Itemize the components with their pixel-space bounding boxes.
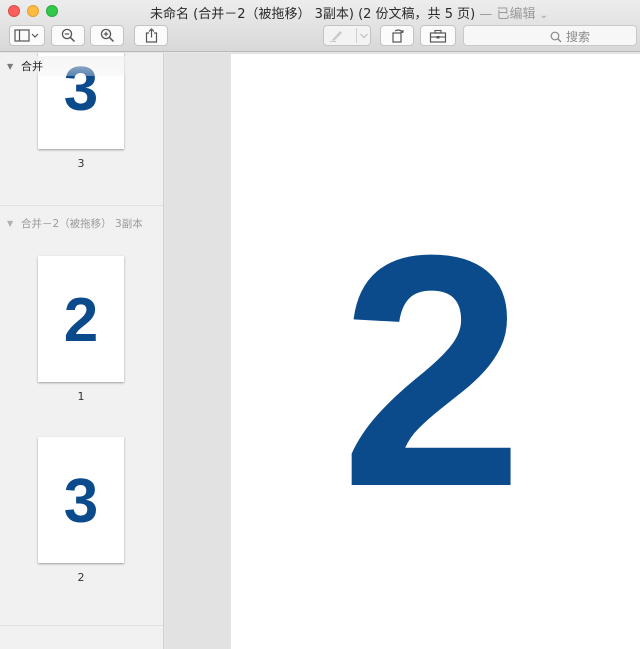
group-header-merge-2-copy[interactable]: ▼ 合并－2（被拖移） 3副本: [0, 213, 163, 233]
preview-window: 未命名 (合并－2（被拖移） 3副本) (2 份文稿，共 5 页) — 已编辑 …: [0, 0, 640, 649]
zoom-window-button[interactable]: [46, 5, 58, 17]
search-field-content: 搜索: [550, 28, 590, 45]
thumbnail-digit: 3: [63, 467, 99, 536]
markup-button[interactable]: [323, 25, 371, 46]
window-title-text: 未命名 (合并－2（被拖移） 3副本) (2 份文稿，共 5 页): [150, 7, 476, 22]
page-number-label: 1: [77, 390, 85, 403]
share-icon: [145, 28, 157, 43]
page-number-label: 2: [77, 571, 85, 584]
chevron-down-icon[interactable]: ⌄: [540, 10, 548, 21]
zoom-out-button[interactable]: [51, 25, 85, 46]
disclosure-triangle-icon[interactable]: ▼: [7, 62, 21, 71]
toolbox-button[interactable]: [420, 25, 456, 46]
page-digit: 2: [340, 186, 524, 555]
window-title: 未命名 (合并－2（被拖移） 3副本) (2 份文稿，共 5 页) — 已编辑 …: [150, 3, 570, 22]
document-view[interactable]: 2: [165, 53, 640, 649]
thumbnail-digit: 2: [63, 286, 99, 355]
group-name: 合并－2（被拖移） 3副本: [21, 217, 143, 230]
title-toolbar-bar: 未命名 (合并－2（被拖移） 3副本) (2 份文稿，共 5 页) — 已编辑 …: [0, 0, 640, 52]
sidebar-icon: [14, 29, 39, 42]
page-thumbnail[interactable]: 2: [38, 256, 124, 382]
group-divider: [0, 205, 163, 206]
sidebar-view-button[interactable]: [9, 25, 45, 46]
search-field[interactable]: 搜索: [463, 25, 637, 46]
edited-status[interactable]: — 已编辑: [479, 7, 535, 22]
rotate-button[interactable]: [380, 25, 414, 46]
chevron-down-icon: [360, 33, 368, 39]
group-header-merge[interactable]: ▼ 合并: [0, 56, 163, 76]
document-page[interactable]: 2: [231, 54, 640, 649]
zoom-out-icon: [61, 28, 75, 43]
page-number-label: 3: [77, 157, 85, 170]
share-button[interactable]: [134, 25, 168, 46]
thumbnail-sidebar[interactable]: 3 ▼ 合并 3 ▼ 合并－2（被拖移） 3副本 2 1 3 2: [0, 53, 164, 649]
markup-separator: [356, 28, 357, 43]
toolbox-icon: [429, 29, 447, 43]
search-placeholder: 搜索: [566, 30, 591, 44]
minimize-window-button[interactable]: [27, 5, 39, 17]
zoom-in-button[interactable]: [90, 25, 124, 46]
search-icon: [550, 31, 562, 42]
zoom-in-icon: [100, 28, 114, 43]
rotate-icon: [391, 29, 404, 43]
group-name: 合并: [21, 60, 43, 73]
close-window-button[interactable]: [8, 5, 20, 17]
page-thumbnail[interactable]: 3: [38, 437, 124, 563]
disclosure-triangle-icon[interactable]: ▼: [7, 219, 21, 228]
pen-icon: [330, 31, 342, 42]
sidebar-bottom-divider: [0, 625, 163, 626]
